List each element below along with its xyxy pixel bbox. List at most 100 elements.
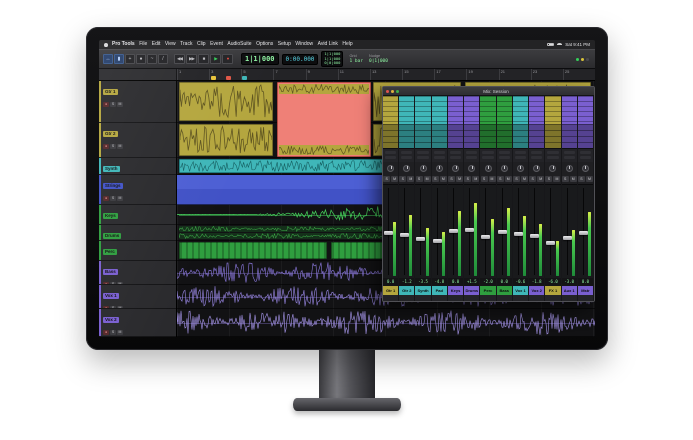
solo-button[interactable]: S (110, 144, 116, 149)
channel-strip[interactable]: S M -1.2 Gtr 2 (399, 96, 415, 301)
menu-item[interactable]: Window (295, 40, 313, 49)
selected-clip-region[interactable] (277, 82, 371, 157)
edit-tool-button[interactable]: ~ (147, 54, 157, 64)
solo-button[interactable]: S (448, 176, 455, 182)
inserts-section[interactable] (529, 96, 544, 124)
menu-item[interactable]: Track (180, 40, 192, 49)
fader-handle[interactable] (514, 232, 523, 236)
timeline-ruler[interactable]: 135791113151719212325 (99, 69, 595, 81)
record-enable-button[interactable]: ● (103, 144, 109, 149)
inserts-section[interactable] (448, 96, 463, 124)
menu-item[interactable]: Avid Link (318, 40, 338, 49)
main-counter[interactable]: 1|1|000 (241, 53, 279, 65)
solo-button[interactable]: S (578, 176, 585, 182)
pan-knob[interactable] (452, 165, 459, 172)
channel-name[interactable]: Aux 1 (562, 286, 577, 295)
fader-handle[interactable] (481, 235, 490, 239)
channel-name[interactable]: Mstr (578, 286, 593, 295)
pan-knob[interactable] (485, 165, 492, 172)
mute-button[interactable]: M (537, 176, 544, 182)
track-header[interactable]: Keys ●SM (99, 205, 176, 225)
track-name[interactable]: Keys (103, 213, 118, 219)
channel-name[interactable]: Synth (415, 286, 430, 295)
track-name[interactable]: Synth (103, 166, 120, 172)
menu-item[interactable]: Edit (152, 40, 161, 49)
mute-button[interactable]: M (440, 176, 447, 182)
audio-clip[interactable] (179, 124, 273, 156)
menu-item[interactable]: Setup (278, 40, 291, 49)
pan-knob[interactable] (582, 165, 589, 172)
menu-item[interactable]: File (139, 40, 147, 49)
channel-name[interactable]: Perc (480, 286, 495, 295)
fader-handle[interactable] (449, 229, 458, 233)
edit-tool-button[interactable]: ● (136, 54, 146, 64)
sends-section[interactable] (383, 124, 398, 148)
close-button[interactable] (386, 90, 389, 93)
channel-name[interactable]: Bass (497, 286, 512, 295)
track-header[interactable]: Vox 1 ●SM (99, 285, 176, 309)
sends-section[interactable] (480, 124, 495, 148)
inserts-section[interactable] (545, 96, 560, 124)
channel-name[interactable]: Vox 2 (529, 286, 544, 295)
solo-button[interactable]: S (110, 330, 116, 335)
inserts-section[interactable] (464, 96, 479, 124)
inserts-section[interactable] (497, 96, 512, 124)
audio-clip[interactable] (179, 242, 327, 259)
fader-handle[interactable] (433, 239, 442, 243)
channel-name[interactable]: Vox 1 (513, 286, 528, 295)
track-name[interactable]: Perc (103, 249, 117, 255)
sends-section[interactable] (399, 124, 414, 148)
mute-button[interactable]: M (521, 176, 528, 182)
record-enable-button[interactable]: ● (103, 330, 109, 335)
sends-section[interactable] (562, 124, 577, 148)
mute-button[interactable]: M (489, 176, 496, 182)
channel-strip[interactable]: S M -6.0 FX 1 (545, 96, 561, 301)
fader-handle[interactable] (579, 231, 588, 235)
edit-tool-button[interactable]: ↔ (103, 54, 113, 64)
track-name[interactable]: Gtr 1 (103, 89, 118, 95)
nudge-value[interactable]: 0|1|000 (369, 59, 388, 64)
fader-handle[interactable] (530, 234, 539, 238)
pan-knob[interactable] (468, 165, 475, 172)
fader-handle[interactable] (546, 241, 555, 245)
channel-strip[interactable]: S M +1.5 Drums (464, 96, 480, 301)
inserts-section[interactable] (480, 96, 495, 124)
audio-clip[interactable] (331, 242, 389, 259)
track-header[interactable]: Drums (99, 225, 176, 241)
pan-knob[interactable] (387, 165, 394, 172)
fader-handle[interactable] (384, 231, 393, 235)
inserts-section[interactable] (432, 96, 447, 124)
stop-button[interactable]: ■ (198, 54, 209, 64)
menu-item[interactable]: View (165, 40, 176, 49)
pan-knob[interactable] (566, 165, 573, 172)
menu-item[interactable]: Help (342, 40, 352, 49)
sends-section[interactable] (497, 124, 512, 148)
pan-knob[interactable] (420, 165, 427, 172)
inserts-section[interactable] (578, 96, 593, 124)
grid-setting[interactable]: Grid 1 bar (349, 54, 363, 64)
track-header[interactable]: Gtr 2 ●SM (99, 123, 176, 158)
channel-strip[interactable]: S M -3.5 Synth (415, 96, 431, 301)
edit-tool-button[interactable]: ▮ (114, 54, 124, 64)
pan-knob[interactable] (403, 165, 410, 172)
mute-button[interactable]: M (505, 176, 512, 182)
fader-handle[interactable] (563, 236, 572, 240)
menu-item[interactable]: Options (256, 40, 273, 49)
fader-handle[interactable] (400, 233, 409, 237)
mute-button[interactable]: M (117, 144, 123, 149)
secondary-counter[interactable]: 0:00.000 (282, 54, 319, 65)
edit-tool-button[interactable]: + (125, 54, 135, 64)
fast-forward-button[interactable]: ▶▶ (186, 54, 197, 64)
inserts-section[interactable] (383, 96, 398, 124)
channel-strip[interactable]: S M -1.8 Vox 2 (529, 96, 545, 301)
sends-section[interactable] (432, 124, 447, 148)
inserts-section[interactable] (415, 96, 430, 124)
mute-button[interactable]: M (553, 176, 560, 182)
channel-name[interactable]: FX 1 (545, 286, 560, 295)
nudge-setting[interactable]: Nudge 0|1|000 (369, 54, 388, 64)
track-header[interactable]: Perc ●SM (99, 241, 176, 261)
mix-window-titlebar[interactable]: Mix: Session (383, 87, 594, 96)
track-name[interactable]: Bass (103, 269, 118, 275)
solo-button[interactable]: S (110, 196, 116, 201)
pan-knob[interactable] (501, 165, 508, 172)
